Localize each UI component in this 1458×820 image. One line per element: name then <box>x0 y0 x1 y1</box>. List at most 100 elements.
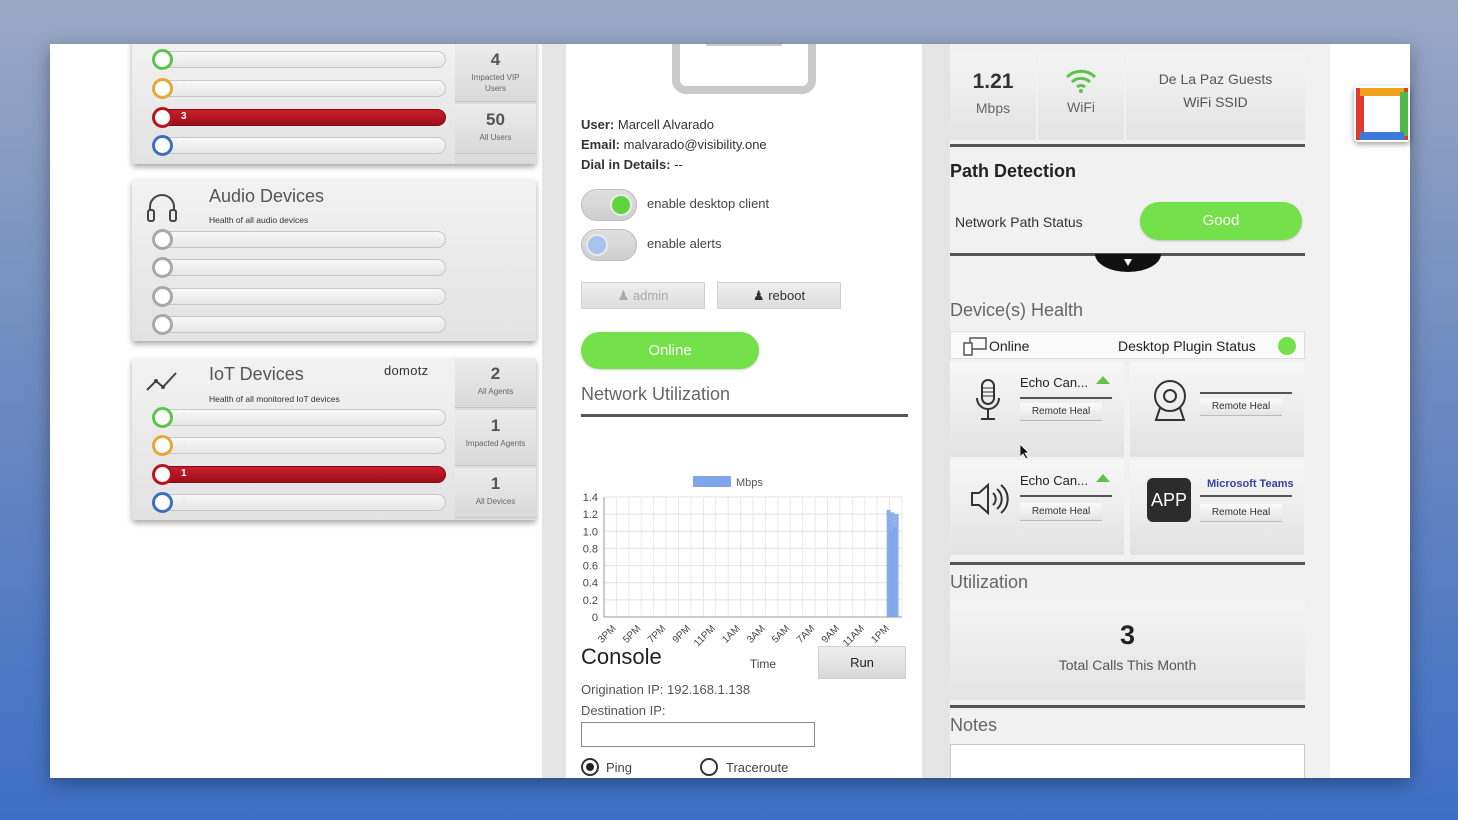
audio-devices-card[interactable]: Audio Devices Health of all audio device… <box>132 179 536 341</box>
x-tick-label: 1PM <box>869 623 891 645</box>
audio-bar[interactable] <box>152 257 446 278</box>
radio-label: Traceroute <box>726 760 789 775</box>
stat-impacted-agents[interactable]: 1 Impacted Agents <box>455 410 536 466</box>
stat-number: 1 <box>490 416 501 435</box>
colorful-square-logo-icon <box>1356 88 1408 140</box>
bar-count: 0 <box>181 496 187 507</box>
webcam-icon <box>1154 380 1186 421</box>
device-health-title: Device(s) Health <box>950 300 1084 320</box>
stat-all-devices[interactable]: 1 All Devices <box>455 468 536 518</box>
calls-count: 3 <box>1119 620 1136 650</box>
bar-count: 3 <box>181 111 187 122</box>
iot-bar-orange[interactable]: 0 <box>152 435 446 456</box>
y-tick-label: 0.4 <box>583 578 598 590</box>
section-rule <box>950 562 1305 565</box>
utilization-box: 3 Total Calls This Month <box>950 602 1305 700</box>
stat-label: All Agents <box>477 387 514 396</box>
console-title: Console <box>581 644 662 669</box>
bar-count: 0 <box>181 411 187 422</box>
users-card[interactable]: 0 0 3 0 4 Impacted VIP Users 50 All User… <box>132 44 536 164</box>
user-bar-green[interactable]: 0 <box>152 49 446 70</box>
card-subtitle: Health of all monitored IoT devices <box>209 394 340 404</box>
network-utilization-title: Network Utilization <box>581 384 731 404</box>
alerts-toggle[interactable] <box>581 229 637 261</box>
device-health-bar: Online Desktop Plugin Status <box>950 331 1305 359</box>
device-name: Microsoft Teams <box>1207 478 1294 490</box>
stat-all-agents[interactable]: 2 All Agents <box>455 358 536 408</box>
stat-impacted-vip[interactable]: 4 Impacted VIP Users <box>455 44 536 102</box>
y-tick-label: 0 <box>592 612 598 624</box>
remote-heal-button[interactable]: Remote Heal <box>1200 504 1282 522</box>
section-rule <box>581 414 908 417</box>
radio-label: Ping <box>606 760 633 775</box>
ping-radio[interactable] <box>581 758 599 776</box>
user-email: Email: malvarado@visibility.one <box>581 137 767 152</box>
device-tile-microphone[interactable]: Echo Can... Remote Heal <box>950 362 1124 457</box>
iot-devices-card[interactable]: IoT Devices domotz Health of all monitor… <box>132 358 536 520</box>
user-bar-orange[interactable]: 0 <box>152 78 446 99</box>
column-divider <box>542 44 566 778</box>
device-tile-speaker[interactable]: Echo Can... Remote Heal <box>950 460 1124 555</box>
device-name: Echo Can... <box>1020 375 1088 390</box>
ssid-name: De La Paz Guests WiFi SSID <box>1158 71 1273 110</box>
card-title: IoT Devices <box>209 364 304 384</box>
path-status-badge[interactable]: Good <box>1140 202 1302 240</box>
speed-unit: Mbps <box>975 100 1011 116</box>
user-icon: ♟ <box>617 288 630 303</box>
section-rule <box>950 705 1305 708</box>
notes-title: Notes <box>950 715 998 735</box>
x-tick-label: 7PM <box>646 623 668 645</box>
y-tick-label: 0.2 <box>583 595 598 607</box>
audio-bar[interactable] <box>152 286 446 307</box>
stat-label: Impacted Agents <box>465 439 526 448</box>
speed-tile: 1.21 Mbps <box>950 54 1036 140</box>
user-bar-red[interactable]: 3 <box>152 107 446 128</box>
destination-ip-input[interactable] <box>581 722 815 747</box>
traceroute-radio[interactable] <box>700 758 718 776</box>
user-name: User: Marcell Alvarado <box>581 117 714 132</box>
run-button[interactable]: Run <box>818 646 906 679</box>
utilization-title: Utilization <box>950 572 1029 592</box>
toggle-label: enable desktop client <box>647 196 770 211</box>
x-tick-label: 7AM <box>795 623 817 645</box>
online-status-button[interactable]: Online <box>581 332 759 369</box>
user-icon: ♟ <box>752 288 765 303</box>
section-rule <box>950 144 1305 147</box>
stat-number: 1 <box>490 474 501 493</box>
device-tile-app[interactable]: APP Microsoft Teams Remote Heal <box>1130 460 1304 555</box>
audio-bar[interactable] <box>152 314 446 335</box>
dial-in-details: Dial in Details: -- <box>581 157 683 172</box>
card-subtitle: Health of all audio devices <box>209 215 309 225</box>
iot-bar-blue[interactable]: 0 <box>152 492 446 513</box>
microphone-icon <box>976 379 1000 420</box>
stat-label: All Users <box>479 133 512 142</box>
path-status-label: Network Path Status <box>955 214 1083 230</box>
collapse-arrow-icon[interactable] <box>1095 254 1161 272</box>
remote-heal-button[interactable]: Remote Heal <box>1020 503 1102 521</box>
health-online-status: Online <box>989 338 1030 354</box>
remote-heal-button[interactable]: Remote Heal <box>1020 403 1102 421</box>
stat-number: 4 <box>490 50 501 69</box>
x-axis-label: Time <box>750 657 777 671</box>
notes-textarea[interactable] <box>950 744 1305 778</box>
user-bar-blue[interactable]: 0 <box>152 135 446 156</box>
device-name: Echo Can... <box>1020 473 1088 488</box>
iot-bar-red[interactable]: 1 <box>152 464 446 485</box>
stat-all-users[interactable]: 50 All Users <box>455 104 536 154</box>
iot-bar-green[interactable]: 0 <box>152 407 446 428</box>
plugin-status-label: Desktop Plugin Status <box>1118 338 1256 354</box>
app-logo[interactable] <box>1354 86 1410 142</box>
legend-swatch <box>693 476 731 487</box>
device-tile-webcam[interactable]: Remote Heal <box>1130 362 1304 457</box>
desktop-client-toggle[interactable] <box>581 189 637 221</box>
audio-bar[interactable] <box>152 229 446 250</box>
x-tick-label: 3AM <box>745 623 767 645</box>
remote-heal-button[interactable]: Remote Heal <box>1200 398 1282 416</box>
admin-button[interactable]: ♟ admin <box>581 282 705 309</box>
bar-count: 0 <box>181 139 187 150</box>
user-detail-panel: User: Marcell Alvarado Email: malvarado@… <box>566 44 922 778</box>
reboot-button[interactable]: ♟ reboot <box>717 282 841 309</box>
stat-label: Impacted VIP Users <box>471 73 520 93</box>
bar-count: 0 <box>181 439 187 450</box>
stat-number: 50 <box>486 110 505 129</box>
